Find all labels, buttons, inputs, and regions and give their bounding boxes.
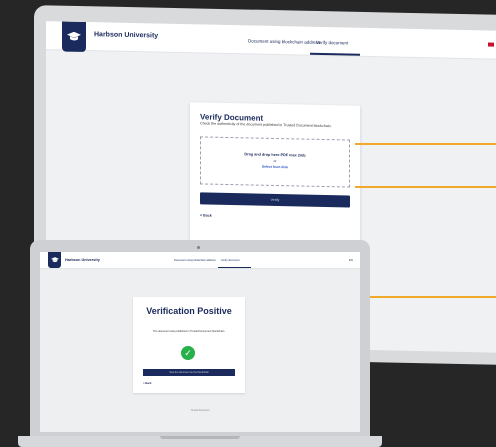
back-link[interactable]: < Back: [200, 213, 212, 217]
view-on-blockchain-button[interactable]: View the document on the blockchain: [143, 369, 235, 376]
language-selector[interactable]: EN: [349, 258, 353, 262]
select-from-disk-link[interactable]: Select from disk: [201, 163, 349, 170]
camera-icon: [197, 246, 200, 249]
decorative-orange-line: [355, 186, 496, 188]
graduation-cap-icon[interactable]: [48, 252, 61, 268]
page-subtitle: Check the authenticity of the document p…: [200, 121, 332, 129]
brand-name: Harbson University: [94, 31, 159, 40]
file-drop-zone[interactable]: Drag and drop here PDF max 2mb or Select…: [200, 136, 350, 188]
laptop-screen: Harbson University Document using blockc…: [40, 252, 360, 432]
result-card: Verification Positive The document was p…: [133, 297, 245, 393]
brand-name: Harbson University: [65, 258, 100, 262]
back-link[interactable]: < Back: [143, 382, 151, 385]
check-circle-icon: ✓: [181, 346, 195, 360]
nav-verify-link[interactable]: Verify document: [221, 259, 240, 262]
nav-blockchain-link[interactable]: Document using blockchain address: [174, 259, 216, 262]
active-tab-indicator: [310, 52, 360, 56]
footer-text: Trusted Document: [190, 410, 210, 412]
verify-button[interactable]: Verify: [200, 192, 350, 208]
graduation-cap-icon[interactable]: [62, 21, 86, 53]
decorative-orange-line: [355, 143, 496, 145]
result-description: The document was published in Trusted Do…: [152, 330, 226, 333]
result-title: Verification Positive: [146, 306, 232, 316]
laptop-notch: [160, 436, 240, 439]
active-tab-indicator: [218, 267, 251, 268]
flag-icon[interactable]: [488, 42, 494, 47]
nav-verify-link[interactable]: Verify document: [316, 40, 348, 46]
